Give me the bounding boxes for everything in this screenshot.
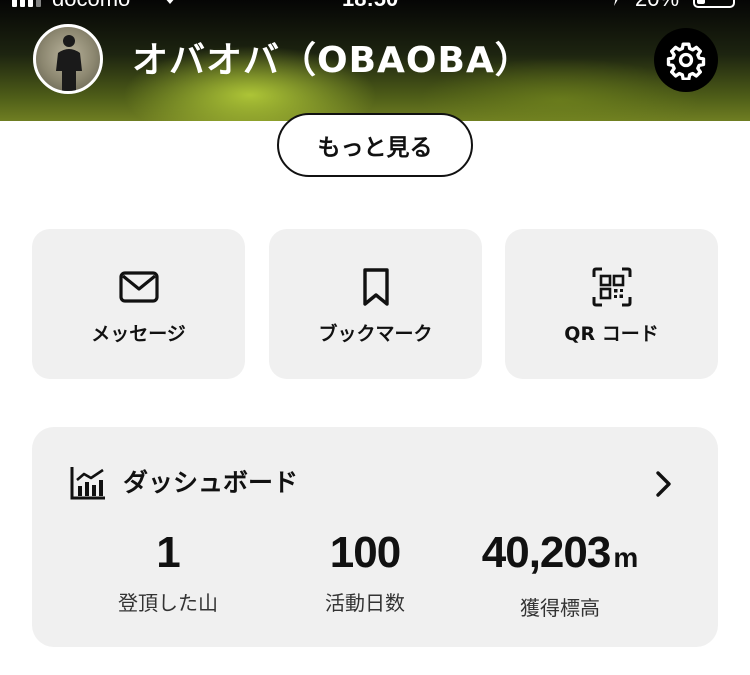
stat-label: 活動日数: [325, 591, 405, 615]
stat-unit: m: [613, 542, 639, 573]
stat-elevation-gain: 40,203 m 獲得標高: [460, 527, 660, 621]
dashboard-panel[interactable]: ダッシュボード 1 登頂した山 100 活動日数 40,203 m 獲得標高: [32, 427, 718, 647]
charging-icon: [610, 0, 622, 12]
user-name: オバオバ（OBAOBA）: [132, 40, 532, 81]
avatar-silhouette: [56, 35, 82, 91]
message-card[interactable]: メッセージ: [32, 229, 245, 379]
qr-code-icon: [592, 267, 631, 307]
bookmark-icon: [362, 268, 389, 306]
chart-icon: [70, 467, 105, 500]
qr-code-card[interactable]: QR コード: [505, 229, 718, 379]
qr-code-label: QR コード: [564, 323, 659, 345]
carrier-name: docomo: [52, 0, 130, 12]
battery-icon: [693, 0, 735, 8]
message-label: メッセージ: [91, 323, 186, 345]
bookmark-label: ブックマーク: [318, 323, 433, 345]
avatar[interactable]: [33, 24, 103, 94]
wifi-icon: [160, 0, 180, 12]
signal-icon: [12, 0, 41, 7]
battery-percentage: 20%: [635, 0, 679, 12]
stat-summits: 1 登頂した山: [68, 527, 268, 616]
envelope-icon: [118, 271, 159, 303]
gear-icon: [666, 42, 706, 80]
bookmark-card[interactable]: ブックマーク: [269, 229, 482, 379]
settings-button[interactable]: [654, 28, 718, 92]
stat-activity-days: 100 活動日数: [265, 527, 465, 616]
stat-value: 100: [329, 528, 401, 577]
stat-value: 1: [156, 528, 181, 577]
see-more-button[interactable]: もっと見る: [277, 113, 473, 177]
stat-label: 獲得標高: [520, 596, 600, 620]
dashboard-title: ダッシュボード: [123, 468, 299, 497]
stat-value: 40,203 m: [481, 528, 639, 577]
clock: 18:50: [342, 0, 398, 12]
stat-label: 登頂した山: [118, 591, 218, 615]
profile-header: docomo 18:50 20% オバオバ（OBAOBA）: [0, 0, 750, 121]
chevron-right-icon[interactable]: [654, 470, 674, 498]
status-bar: docomo 18:50 20%: [0, 0, 750, 12]
